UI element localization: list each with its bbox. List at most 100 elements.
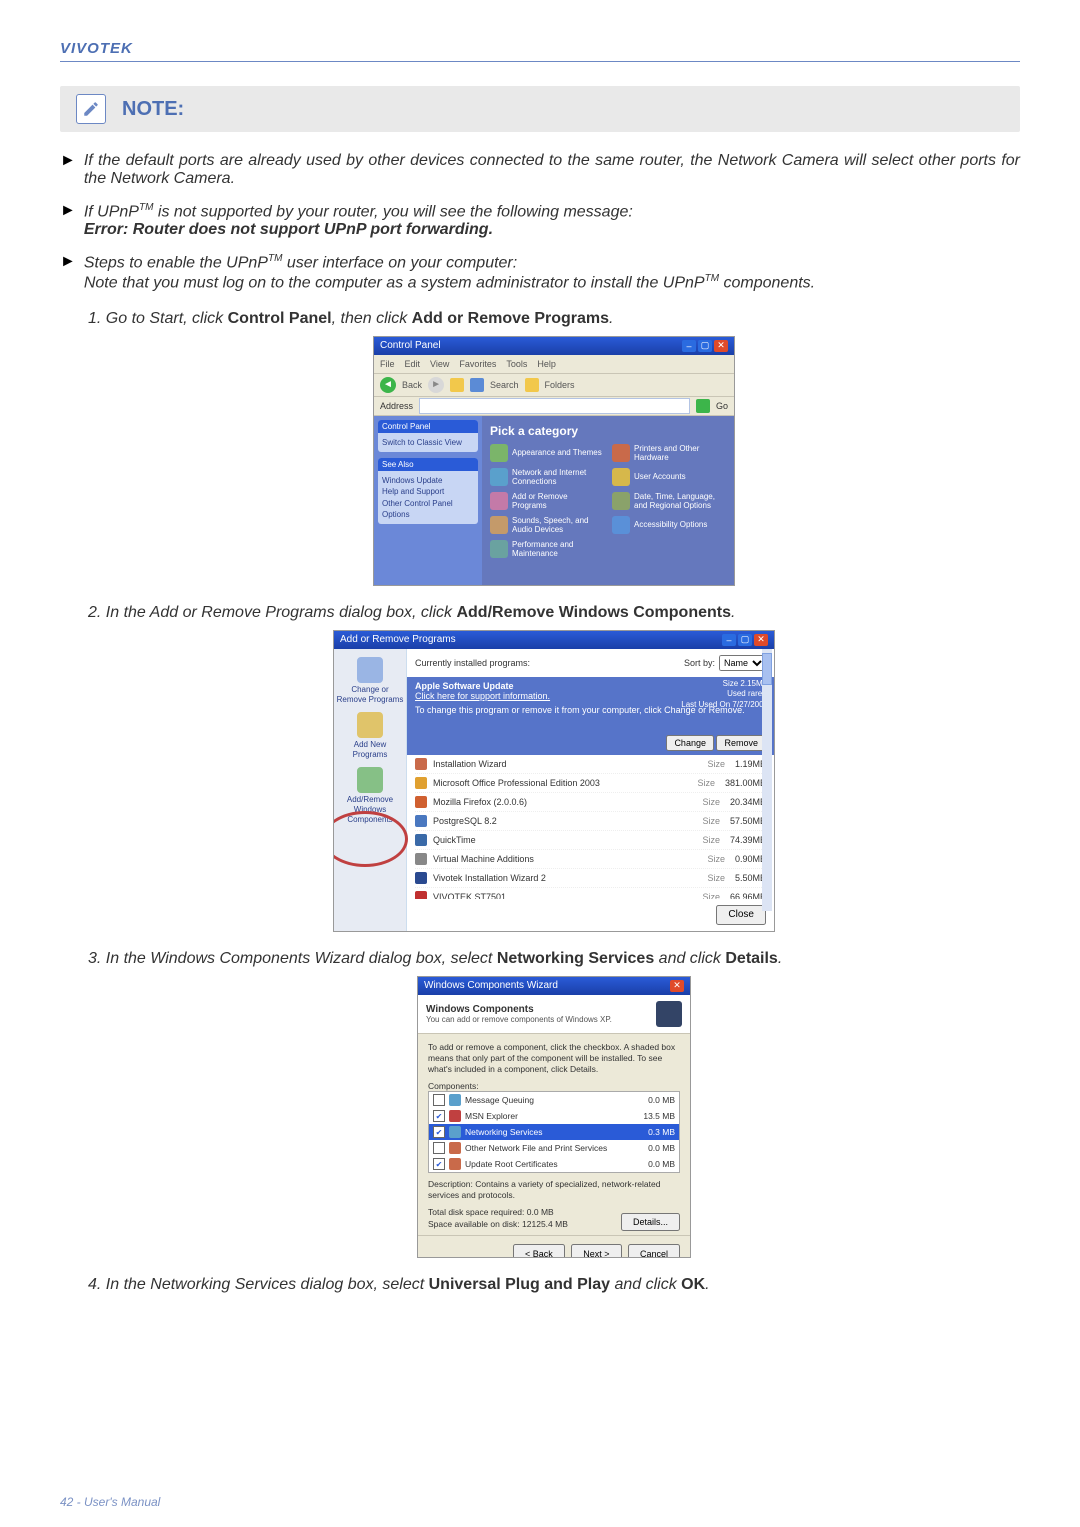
program-item[interactable]: PostgreSQL 8.2Size57.50MB [415,812,766,831]
step-4: 4. In the Networking Services dialog box… [88,1276,1020,1294]
maximize-icon[interactable]: ▢ [698,340,712,352]
program-name: Virtual Machine Additions [433,854,701,864]
wizard-title: Windows Components [426,1004,612,1015]
category-network[interactable]: Network and Internet Connections [490,468,604,486]
search-label: Search [490,380,519,390]
category-view: Pick a category Appearance and Themes Pr… [482,416,734,586]
space-req-value: 0.0 MB [527,1207,554,1217]
program-size: 381.00MB [725,778,766,788]
checkbox[interactable]: ✔ [433,1158,445,1170]
next-button[interactable]: Next > [571,1244,621,1258]
checkbox[interactable]: ✔ [433,1126,445,1138]
sidebar-windows-components[interactable]: Add/Remove Windows Components [336,767,404,824]
address-field[interactable] [419,398,690,414]
component-row[interactable]: ✔Networking Services0.3 MB [429,1124,679,1140]
category-sounds[interactable]: Sounds, Speech, and Audio Devices [490,516,604,534]
folders-icon[interactable] [525,378,539,392]
category-performance[interactable]: Performance and Maintenance [490,540,604,558]
step1-a: 1. Go to Start, click [88,310,228,327]
category-appearance[interactable]: Appearance and Themes [490,444,604,462]
see-also-link[interactable]: Help and Support [382,486,474,497]
program-item[interactable]: Mozilla Firefox (2.0.0.6)Size20.34MB [415,793,766,812]
component-row[interactable]: Other Network File and Print Services0.0… [429,1140,679,1156]
checkbox[interactable]: ✔ [433,1110,445,1122]
menu-file[interactable]: File [380,359,395,369]
menu-favorites[interactable]: Favorites [459,359,496,369]
category-printers[interactable]: Printers and Other Hardware [612,444,726,462]
components-list[interactable]: Message Queuing0.0 MB✔MSN Explorer13.5 M… [428,1091,680,1173]
scrollbar[interactable] [762,649,772,911]
see-also-link[interactable]: Windows Update [382,475,474,486]
component-icon [449,1142,461,1154]
program-selected[interactable]: Apple Software Update Click here for sup… [407,677,774,755]
cancel-button[interactable]: Cancel [628,1244,680,1258]
program-item[interactable]: Microsoft Office Professional Edition 20… [415,774,766,793]
up-icon[interactable] [450,378,464,392]
control-panel-screenshot: Control Panel – ▢ ✕ File Edit View Favor… [373,336,735,586]
step3-c: and click [654,950,725,967]
program-name: Installation Wizard [433,759,701,769]
nav-back-icon[interactable]: ◄ [380,377,396,393]
component-row[interactable]: Message Queuing0.0 MB [429,1092,679,1108]
category-date-time[interactable]: Date, Time, Language, and Regional Optio… [612,492,726,510]
back-button[interactable]: < Back [513,1244,565,1258]
sort-by-select[interactable]: Name [719,655,766,671]
sidebar-change-remove[interactable]: Change or Remove Programs [336,657,404,704]
checkbox[interactable] [433,1142,445,1154]
program-item[interactable]: VIVOTEK ST7501Size66.96MB [415,888,766,899]
category-users[interactable]: User Accounts [612,468,726,486]
component-row[interactable]: ✔MSN Explorer13.5 MB [429,1108,679,1124]
component-size: 13.5 MB [635,1111,675,1121]
component-icon [449,1110,461,1122]
checkbox[interactable] [433,1094,445,1106]
program-item[interactable]: QuickTimeSize74.39MB [415,831,766,850]
menu-edit[interactable]: Edit [405,359,421,369]
sidebar-add-new[interactable]: Add New Programs [336,712,404,759]
category-add-remove[interactable]: Add or Remove Programs [490,492,604,510]
component-icon [449,1158,461,1170]
window-titlebar: Windows Components Wizard ✕ [418,977,690,995]
close-button[interactable]: Close [716,905,766,925]
control-panel-sidebar: Control Panel Switch to Classic View See… [374,416,482,586]
address-bar: Address Go [374,397,734,416]
program-item[interactable]: Virtual Machine AdditionsSize0.90MB [415,850,766,869]
program-icon [415,891,427,899]
nav-back-label: Back [402,380,422,390]
category-icon [612,492,630,510]
go-icon[interactable] [696,399,710,413]
program-icon [415,853,427,865]
close-icon[interactable]: ✕ [670,980,684,992]
maximize-icon[interactable]: ▢ [738,634,752,646]
see-also-link[interactable]: Other Control Panel Options [382,498,474,520]
category-icon [490,492,508,510]
menu-tools[interactable]: Tools [506,359,527,369]
program-item[interactable]: Vivotek Installation Wizard 2Size5.50MB [415,869,766,888]
minimize-icon[interactable]: – [722,634,736,646]
switch-classic-link[interactable]: Switch to Classic View [378,433,478,452]
window-title: Add or Remove Programs [340,634,456,645]
program-item[interactable]: Installation WizardSize1.19MB [415,755,766,774]
component-icon [449,1126,461,1138]
menu-help[interactable]: Help [537,359,556,369]
component-name: Networking Services [465,1127,631,1137]
program-list[interactable]: Installation WizardSize1.19MBMicrosoft O… [407,755,774,899]
meta-label: Last Used On [681,700,730,709]
remove-button[interactable]: Remove [716,735,766,751]
minimize-icon[interactable]: – [682,340,696,352]
scrollbar-thumb[interactable] [762,653,772,685]
change-button[interactable]: Change [666,735,714,751]
search-icon[interactable] [470,378,484,392]
details-button[interactable]: Details... [621,1213,680,1231]
category-accessibility[interactable]: Accessibility Options [612,516,726,534]
component-name: Update Root Certificates [465,1159,631,1169]
category-label: Sounds, Speech, and Audio Devices [512,516,604,534]
side-panel-2-title: See Also [378,458,478,471]
nav-forward-icon[interactable]: ► [428,377,444,393]
close-icon[interactable]: ✕ [754,634,768,646]
space-avail-label: Space available on disk: [428,1219,520,1229]
bullet3-note-a: Note that you must log on to the compute… [84,274,705,291]
bullet-arrow-icon: ► [60,202,76,239]
close-icon[interactable]: ✕ [714,340,728,352]
menu-view[interactable]: View [430,359,449,369]
component-row[interactable]: ✔Update Root Certificates0.0 MB [429,1156,679,1172]
